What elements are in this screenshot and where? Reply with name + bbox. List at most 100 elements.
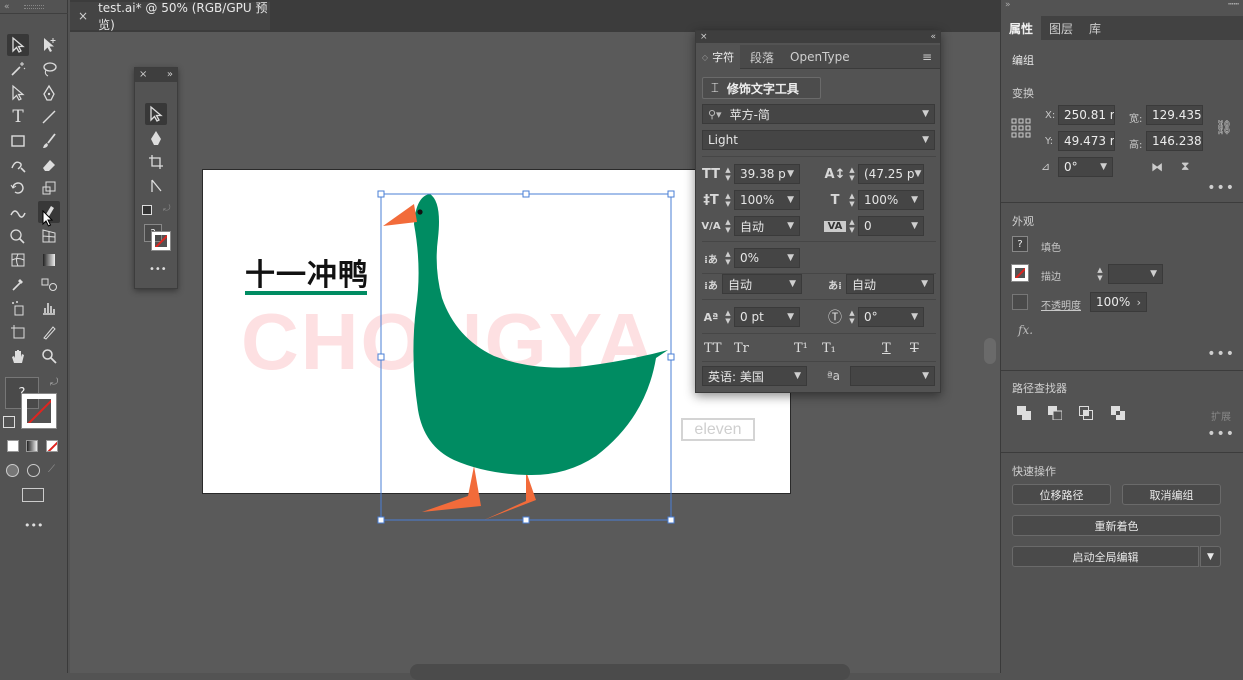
constrain-proportions-icon[interactable]: ⛓ — [1215, 120, 1233, 136]
hand-tool-icon[interactable] — [7, 345, 29, 367]
font-size-field[interactable]: 39.38 p ▼ — [734, 164, 800, 184]
char-panel-collapse-icon[interactable]: « — [930, 31, 936, 43]
mini-direct-select-icon[interactable] — [145, 175, 167, 197]
stepper-icon[interactable]: ▲ ▼ — [722, 190, 734, 210]
all-caps-button[interactable]: TT — [704, 341, 734, 356]
stepper-icon[interactable]: ▲ ▼ — [846, 190, 858, 210]
baseline-shift-field[interactable]: 0 pt ▼ — [734, 307, 800, 327]
start-global-edit-button[interactable]: 启动全局编辑 — [1012, 546, 1199, 567]
mini-pen-tool-icon[interactable] — [145, 127, 167, 149]
intersect-icon[interactable] — [1079, 406, 1093, 420]
touch-type-tool-button[interactable]: ⌶ 修饰文字工具 — [702, 77, 821, 99]
gradient-tool-icon[interactable] — [38, 249, 60, 271]
default-colors-icon[interactable] — [3, 416, 15, 428]
stepper-icon[interactable]: ▲ ▼ — [846, 164, 858, 184]
panel-menu-icon[interactable]: ≡ — [922, 50, 932, 64]
fill-color-swatch[interactable]: ? — [1012, 236, 1028, 252]
char-rotation-field[interactable]: 0° ▼ — [858, 307, 924, 327]
strikethrough-button[interactable]: T — [910, 341, 930, 356]
color-mode-icon[interactable] — [7, 440, 19, 452]
column-graph-tool-icon[interactable] — [38, 297, 60, 319]
stepper-icon[interactable]: ▲ ▼ — [846, 307, 858, 327]
symbol-sprayer-tool-icon[interactable] — [7, 297, 29, 319]
perspective-grid-tool-icon[interactable] — [38, 225, 60, 247]
shape-builder-tool-icon[interactable] — [7, 225, 29, 247]
stroke-weight-stepper[interactable]: ▲ ▼ — [1094, 264, 1106, 284]
flip-vertical-icon[interactable]: ⧗ — [1181, 159, 1189, 174]
height-field[interactable]: 146.238 — [1146, 131, 1203, 151]
font-style-dropdown[interactable]: Light ▼ — [702, 130, 935, 150]
paintbrush-tool-icon[interactable] — [38, 130, 60, 152]
selection-tool-icon[interactable] — [7, 34, 29, 56]
recolor-button[interactable]: 重新着色 — [1012, 515, 1221, 536]
stroke-weight-field[interactable]: ▼ — [1108, 264, 1163, 284]
underline-button[interactable]: T — [882, 341, 910, 356]
opacity-field[interactable]: 100% › — [1090, 292, 1147, 312]
y-field[interactable]: 49.473 r — [1058, 131, 1115, 151]
mini-more-icon[interactable]: ••• — [149, 264, 167, 275]
tsume-field[interactable]: 0% ▼ — [734, 248, 800, 268]
minus-front-icon[interactable] — [1048, 406, 1063, 421]
zoom-tool-icon[interactable] — [38, 345, 60, 367]
stroke-color-swatch[interactable] — [1011, 264, 1029, 282]
stroke-swatch[interactable] — [21, 393, 57, 429]
tab-layers[interactable]: 图层 — [1049, 16, 1073, 40]
scale-tool-icon[interactable] — [38, 177, 60, 199]
mini-default-colors-icon[interactable] — [142, 205, 152, 215]
collapse-icon[interactable]: « — [4, 2, 10, 12]
ungroup-button[interactable]: 取消编组 — [1122, 484, 1221, 505]
mesh-tool-icon[interactable] — [7, 249, 29, 271]
mini-selection-tool-icon[interactable] — [145, 103, 167, 125]
stepper-icon[interactable]: ▲ ▼ — [722, 164, 734, 184]
kerning-field[interactable]: 自动 ▼ — [734, 216, 800, 236]
gradient-mode-icon[interactable] — [26, 440, 38, 452]
vertical-scrollbar[interactable] — [984, 338, 996, 364]
superscript-button[interactable]: T¹ — [794, 341, 822, 356]
slice-tool-icon[interactable] — [38, 321, 60, 343]
rectangle-tool-icon[interactable] — [7, 130, 29, 152]
unite-icon[interactable] — [1017, 406, 1031, 420]
draw-behind-icon[interactable] — [27, 464, 40, 477]
shaper-tool-icon[interactable] — [7, 154, 29, 176]
mini-swap-icon[interactable]: ⤾ — [163, 204, 171, 214]
eyedropper-tool-icon[interactable] — [7, 273, 29, 295]
pathfinder-more-icon[interactable]: ••• — [1207, 426, 1235, 442]
flip-horizontal-icon[interactable]: ⧓ — [1151, 160, 1163, 174]
mini-crop-tool-icon[interactable] — [145, 151, 167, 173]
opacity-label[interactable]: 不透明度 — [1041, 297, 1081, 312]
horizontal-scale-field[interactable]: 100% ▼ — [858, 190, 924, 210]
char-panel-header[interactable]: × « — [696, 31, 940, 43]
offset-path-button[interactable]: 位移路径 — [1012, 484, 1111, 505]
aki-right-field[interactable]: 自动 ▼ — [846, 274, 934, 294]
char-panel-close-icon[interactable]: × — [700, 31, 708, 43]
floating-tools-panel[interactable]: ×» ⤾ ? ••• — [134, 67, 178, 289]
group-selection-tool-icon[interactable] — [7, 82, 29, 104]
anti-alias-dropdown[interactable]: ▼ — [850, 366, 935, 386]
width-field[interactable]: 129.435 — [1146, 105, 1203, 125]
rotate-tool-icon[interactable] — [7, 177, 29, 199]
floating-collapse-icon[interactable]: » — [167, 68, 173, 82]
duck-illustration[interactable] — [376, 188, 676, 524]
line-tool-icon[interactable] — [38, 106, 60, 128]
reference-point-icon[interactable] — [1011, 118, 1031, 138]
artboard-tool-icon[interactable] — [7, 321, 29, 343]
rotate-angle-field[interactable]: 0° ▼ — [1058, 157, 1113, 177]
eraser-tool-icon[interactable] — [38, 154, 60, 176]
stepper-icon[interactable]: ▲ ▼ — [722, 248, 734, 268]
stepper-icon[interactable]: ▲ ▼ — [722, 307, 734, 327]
x-field[interactable]: 250.81 r — [1058, 105, 1115, 125]
magic-wand-tool-icon[interactable] — [7, 58, 29, 80]
font-family-dropdown[interactable]: ⚲▾ 苹方-简 ▼ — [702, 104, 935, 124]
tab-opentype[interactable]: OpenType — [790, 45, 850, 69]
tab-properties[interactable]: 属性 — [1001, 16, 1041, 40]
draw-inside-icon[interactable]: ⟋ — [48, 464, 55, 475]
exclude-icon[interactable] — [1111, 406, 1125, 420]
appearance-more-icon[interactable]: ••• — [1207, 346, 1235, 362]
global-edit-options-button[interactable]: ▼ — [1200, 546, 1221, 567]
tab-libraries[interactable]: 库 — [1089, 16, 1101, 40]
artwork-title[interactable]: 十一冲鸭 — [245, 250, 369, 294]
swap-fill-stroke-icon[interactable]: ⤾ — [50, 377, 58, 388]
fx-icon[interactable]: fx. — [1018, 323, 1033, 337]
eleven-tag[interactable]: eleven — [681, 418, 755, 441]
floating-close-icon[interactable]: × — [139, 68, 147, 82]
